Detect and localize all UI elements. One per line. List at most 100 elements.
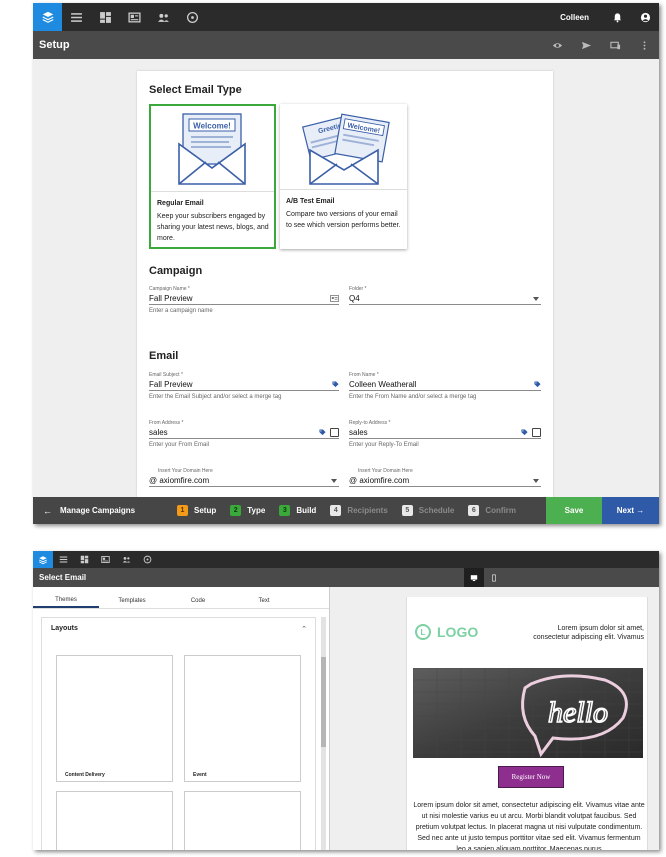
merge-tag-icon[interactable] <box>332 381 339 388</box>
email-type-regular-card[interactable]: Welcome! Regular Email Keep your subscri… <box>149 104 276 249</box>
nav-dashboard-button[interactable] <box>74 551 95 568</box>
mobile-view-button[interactable] <box>484 568 504 587</box>
folder-value: Q4 <box>349 294 360 303</box>
domain-left-select[interactable]: @ axiomfire.com <box>149 475 339 487</box>
nav-dashboard-button[interactable] <box>91 3 120 31</box>
step-number: 5 <box>401 505 413 516</box>
campaign-name-input[interactable]: Fall Preview <box>149 293 339 305</box>
tab-text[interactable]: Text <box>231 593 297 608</box>
reply-to-help: Enter your Reply-To Email <box>349 442 419 448</box>
notifications-button[interactable] <box>603 3 631 31</box>
nav-contacts-button[interactable] <box>149 3 178 31</box>
ab-test-illustration: Greeting Welcome! <box>280 104 407 190</box>
desktop-view-button[interactable] <box>464 568 484 587</box>
eye-icon <box>552 42 563 48</box>
merge-tag-icon[interactable] <box>534 381 541 388</box>
step-label: Recipients <box>347 506 388 515</box>
folder-select[interactable]: Q4 <box>349 293 541 305</box>
domain-left-field: Insert Your Domain Here @ axiomfire.com <box>149 468 339 487</box>
illu-welcome-text: Welcome! <box>193 122 231 131</box>
domain-right-value: @ axiomfire.com <box>349 476 410 485</box>
scrollbar-thumb[interactable] <box>321 657 326 747</box>
domain-left-label: Insert Your Domain Here <box>158 468 213 474</box>
register-now-button[interactable]: Register Now <box>498 766 564 788</box>
save-button[interactable]: Save <box>546 497 602 524</box>
logo-circle-icon: L <box>415 624 431 640</box>
nav-reports-button[interactable] <box>137 551 158 568</box>
step-schedule[interactable]: 5 Schedule <box>401 505 454 516</box>
step-number: 6 <box>468 505 480 516</box>
nav-reports-button[interactable] <box>178 3 207 31</box>
step-type[interactable]: 2 Type <box>230 505 265 516</box>
select-email-screen: Select Email Themes Templates Code Text … <box>33 551 659 850</box>
step-label: Type <box>247 506 266 515</box>
folder-field: Folder * Q4 <box>349 286 541 305</box>
merge-tag-icon[interactable] <box>319 429 326 436</box>
step-setup[interactable]: 1 Setup <box>177 505 216 516</box>
layout-tile[interactable] <box>56 791 173 850</box>
domain-right-select[interactable]: @ axiomfire.com <box>349 475 541 487</box>
account-circle-icon <box>640 12 650 22</box>
tab-code[interactable]: Code <box>165 593 231 608</box>
from-name-field: From Name * Colleen Weatherall Enter the… <box>349 372 541 400</box>
layout-tile[interactable] <box>184 791 301 850</box>
page-title: Select Email <box>39 573 87 582</box>
tab-themes[interactable]: Themes <box>33 593 99 608</box>
next-button[interactable]: Next → <box>602 497 659 524</box>
step-build[interactable]: 3 Build <box>279 505 316 516</box>
dropdown-caret-icon <box>533 478 539 483</box>
hero-hello-text: hello <box>548 696 608 729</box>
id-card-icon <box>330 295 339 302</box>
tab-templates[interactable]: Templates <box>99 593 165 608</box>
menu-icon <box>59 556 68 563</box>
from-address-input[interactable]: sales <box>149 427 339 439</box>
template-tabs: Themes Templates Code Text <box>33 593 329 609</box>
nav-campaigns-button[interactable] <box>120 3 149 31</box>
template-chooser-panel: Themes Templates Code Text Layouts ⌃ Con… <box>33 587 329 850</box>
account-button[interactable] <box>631 3 659 31</box>
layouts-scrollbar[interactable] <box>321 617 326 850</box>
email-type-description: Keep your subscribers engaged by sharing… <box>157 213 269 242</box>
send-icon <box>581 41 592 49</box>
arrow-left-icon: ← <box>43 505 52 516</box>
nav-menu-button[interactable] <box>53 551 74 568</box>
manage-campaigns-label: Manage Campaigns <box>60 506 136 515</box>
email-subject-input[interactable]: Fall Preview <box>149 379 339 391</box>
send-test-button[interactable] <box>572 31 601 59</box>
layout-tile-event[interactable]: Event <box>184 655 301 782</box>
step-recipients[interactable]: 4 Recipients <box>330 505 388 516</box>
email-type-title: A/B Test Email <box>286 198 335 205</box>
view-devices-button[interactable] <box>601 31 630 59</box>
dropdown-caret-icon <box>533 296 539 301</box>
preview-button[interactable] <box>543 31 572 59</box>
user-name[interactable]: Colleen <box>560 13 589 22</box>
layouts-section: Layouts ⌃ Content Delivery Event <box>41 617 316 850</box>
more-options-button[interactable] <box>630 31 659 59</box>
email-type-ab-test-card[interactable]: Greeting Welcome! A/B Test Email Compare… <box>280 104 407 249</box>
wizard-steps: 1 Setup 2 Type 3 Build 4 Recipients 5 Schedul… <box>177 505 530 516</box>
neon-hello-image: hello <box>413 668 643 758</box>
reply-to-checkbox[interactable] <box>532 428 541 437</box>
from-address-checkbox[interactable] <box>330 428 339 437</box>
from-name-input[interactable]: Colleen Weatherall <box>349 379 541 391</box>
reply-to-field: Reply-to Address * sales Enter your Repl… <box>349 420 541 448</box>
manage-campaigns-button[interactable]: ← Manage Campaigns <box>43 506 177 516</box>
wizard-bottom-bar: ← Manage Campaigns 1 Setup 2 Type 3 Build 4… <box>33 497 659 524</box>
setup-screen: Colleen Setup Select Email Type Welcome! <box>33 3 659 524</box>
app-logo-button[interactable] <box>33 3 62 31</box>
step-confirm[interactable]: 6 Confirm <box>468 505 516 516</box>
from-address-field: From Address * sales Enter your From Ema… <box>149 420 339 448</box>
merge-tag-icon[interactable] <box>521 429 528 436</box>
nav-menu-button[interactable] <box>62 3 91 31</box>
reply-to-input[interactable]: sales <box>349 427 541 439</box>
step-number: 2 <box>230 505 242 516</box>
nav-contacts-button[interactable] <box>116 551 137 568</box>
email-body-text: Lorem ipsum dolor sit amet, consectetur … <box>413 802 645 850</box>
page-title-bar: Select Email <box>33 568 659 587</box>
app-logo-button[interactable] <box>33 551 53 568</box>
chevron-up-icon[interactable]: ⌃ <box>301 625 307 633</box>
nav-campaigns-button[interactable] <box>95 551 116 568</box>
layout-tile-content-delivery[interactable]: Content Delivery <box>56 655 173 782</box>
target-icon <box>186 11 199 23</box>
menu-icon <box>71 12 82 22</box>
